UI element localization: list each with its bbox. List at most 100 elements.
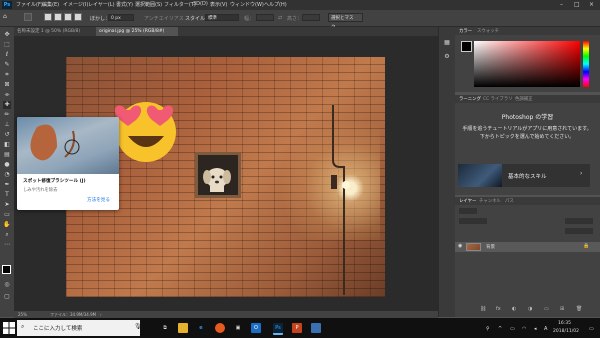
gradient-tool-icon[interactable]: ▤ [3,151,11,159]
wifi-icon[interactable]: ◠ [522,326,526,332]
outlook-icon[interactable]: O [251,323,261,333]
file-explorer-icon[interactable] [178,323,188,333]
antialias-checkbox[interactable]: アンチエイリアス [144,15,184,22]
tab-layers[interactable]: レイヤー [459,198,476,204]
fx-icon[interactable]: fx [496,306,501,312]
pen-tool-icon[interactable]: ✒ [3,181,11,189]
type-tool-icon[interactable]: T [3,191,11,199]
store-icon[interactable]: ▣ [233,323,243,333]
blend-mode-select[interactable] [459,218,487,224]
adjustment-layer-icon[interactable]: ◑ [528,306,532,312]
color-picker-field[interactable] [474,41,580,87]
frame-tool-icon[interactable]: ⊠ [3,81,11,89]
fill-input[interactable] [565,228,593,234]
menu-3d[interactable]: 3D(D) [193,1,208,7]
tray-chevron-icon[interactable]: ^ [498,326,502,332]
trash-icon[interactable]: 🗑 [576,306,582,312]
hue-slider[interactable] [583,41,589,87]
brush-tool-icon[interactable]: ✏ [3,111,11,119]
clock-time[interactable]: 16:35 [558,321,571,326]
tab-learn[interactable]: ラーニング [459,96,481,102]
history-brush-tool-icon[interactable]: ↺ [3,131,11,139]
tab-adjustments[interactable]: 色調補正 [515,96,533,102]
tab-swatches[interactable]: スウォッチ [477,28,499,34]
menu-view[interactable]: 表示(V) [210,1,227,8]
layer-kind-filter[interactable] [459,208,477,214]
lasso-tool-icon[interactable]: ℓ [3,51,11,59]
more-tools-icon[interactable]: ⋯ [3,241,11,249]
windows-start-icon[interactable] [3,322,15,334]
powerpoint-icon[interactable]: P [292,323,302,333]
rect-marquee-tool-icon[interactable]: ⬚ [3,41,11,49]
menu-edit[interactable]: 編集(E) [42,1,59,8]
swap-icon[interactable]: ⇄ [278,15,282,21]
tab-channels[interactable]: チャンネル [479,198,501,204]
photoshop-icon[interactable]: Ps [273,323,283,335]
generic-app-icon[interactable] [311,323,321,333]
history-panel-icon[interactable]: ▦ [443,39,451,47]
link-layers-icon[interactable]: ⛓ [480,306,486,312]
crop-tool-icon[interactable]: ⌗ [3,71,11,79]
opacity-input[interactable] [565,218,593,224]
menu-filter[interactable]: フィルター(T) [164,1,196,8]
network-icon[interactable]: ▭ [510,326,515,332]
system-tray-person-icon[interactable]: ⚲ [486,326,490,332]
spot-healing-brush-tool-icon[interactable]: ✚ [3,101,11,109]
menu-window[interactable]: ウィンドウ(W) [230,1,264,8]
menu-type[interactable]: 書式(Y) [116,1,133,8]
move-tool-icon[interactable]: ✥ [3,31,11,39]
blur-tool-icon[interactable]: ● [3,161,11,169]
rect-marquee-option-icon[interactable] [24,13,32,21]
notification-icon[interactable]: ▭ [589,326,594,332]
visibility-eye-icon[interactable]: ◉ [458,243,462,249]
menu-image[interactable]: イメージ(I) [63,1,88,8]
quick-mask-icon[interactable]: ◎ [3,281,11,289]
style-select[interactable]: 標準 [205,14,239,21]
home-icon[interactable]: ⌂ [3,13,7,20]
path-select-tool-icon[interactable]: ➤ [3,201,11,209]
tooltip-learn-link[interactable]: 方法を見る [87,197,110,203]
zoom-tool-icon[interactable]: ⌕ [3,231,11,239]
menu-layer[interactable]: レイヤー(L) [88,1,115,8]
eraser-tool-icon[interactable]: ◧ [3,141,11,149]
ime-icon[interactable]: A [544,326,547,332]
properties-panel-icon[interactable]: ⚙ [443,53,451,61]
foreground-color-swatch[interactable] [2,265,11,274]
status-arrow-icon[interactable]: › [100,312,102,317]
screen-mode-icon[interactable]: ▢ [3,293,11,301]
add-selection-icon[interactable] [54,13,62,21]
tab-paths[interactable]: パス [505,198,514,204]
eyedropper-tool-icon[interactable]: ⌯ [3,91,11,99]
mask-icon[interactable]: ◐ [512,306,516,312]
zoom-level[interactable]: 25% [18,312,27,317]
menu-file[interactable]: ファイル(F) [16,1,43,8]
edge-icon[interactable]: e [196,323,206,333]
dodge-tool-icon[interactable]: ◔ [3,171,11,179]
new-selection-icon[interactable] [44,13,52,21]
clock-date[interactable]: 2018/11/02 [553,329,579,334]
hand-tool-icon[interactable]: ✋ [3,221,11,229]
select-and-mask-button[interactable]: 選択とマスク... [328,13,363,30]
task-view-icon[interactable]: ⧉ [160,323,170,333]
tab-original-jpg[interactable]: original.jpg @ 25% (RGB/8#) [96,27,178,36]
shape-tool-icon[interactable]: ▭ [3,211,11,219]
color-fg-swatch[interactable] [461,41,472,52]
tab-cc-libraries[interactable]: CC ライブラリ [483,96,512,102]
menu-select[interactable]: 選択範囲(S) [135,1,162,8]
width-input[interactable] [256,14,274,21]
maximize-icon[interactable]: □ [574,1,580,8]
tab-untitled-1[interactable]: 名称未設定 1 @ 50% (RGB/8) [14,27,96,36]
group-icon[interactable]: ▭ [544,306,549,312]
feather-input[interactable]: 0 px [108,14,134,21]
close-icon[interactable]: × [589,1,594,8]
subtract-selection-icon[interactable] [64,13,72,21]
tab-color[interactable]: カラー [459,28,472,34]
layer-name[interactable]: 背景 [486,244,495,250]
clone-stamp-tool-icon[interactable]: ⊥ [3,121,11,129]
quick-select-tool-icon[interactable]: ✎ [3,61,11,69]
volume-icon[interactable]: ◂ [534,326,537,332]
height-input[interactable] [302,14,320,21]
menu-help[interactable]: ヘルプ(H) [264,1,287,8]
intersect-selection-icon[interactable] [74,13,82,21]
new-layer-icon[interactable]: ⊞ [560,306,564,312]
